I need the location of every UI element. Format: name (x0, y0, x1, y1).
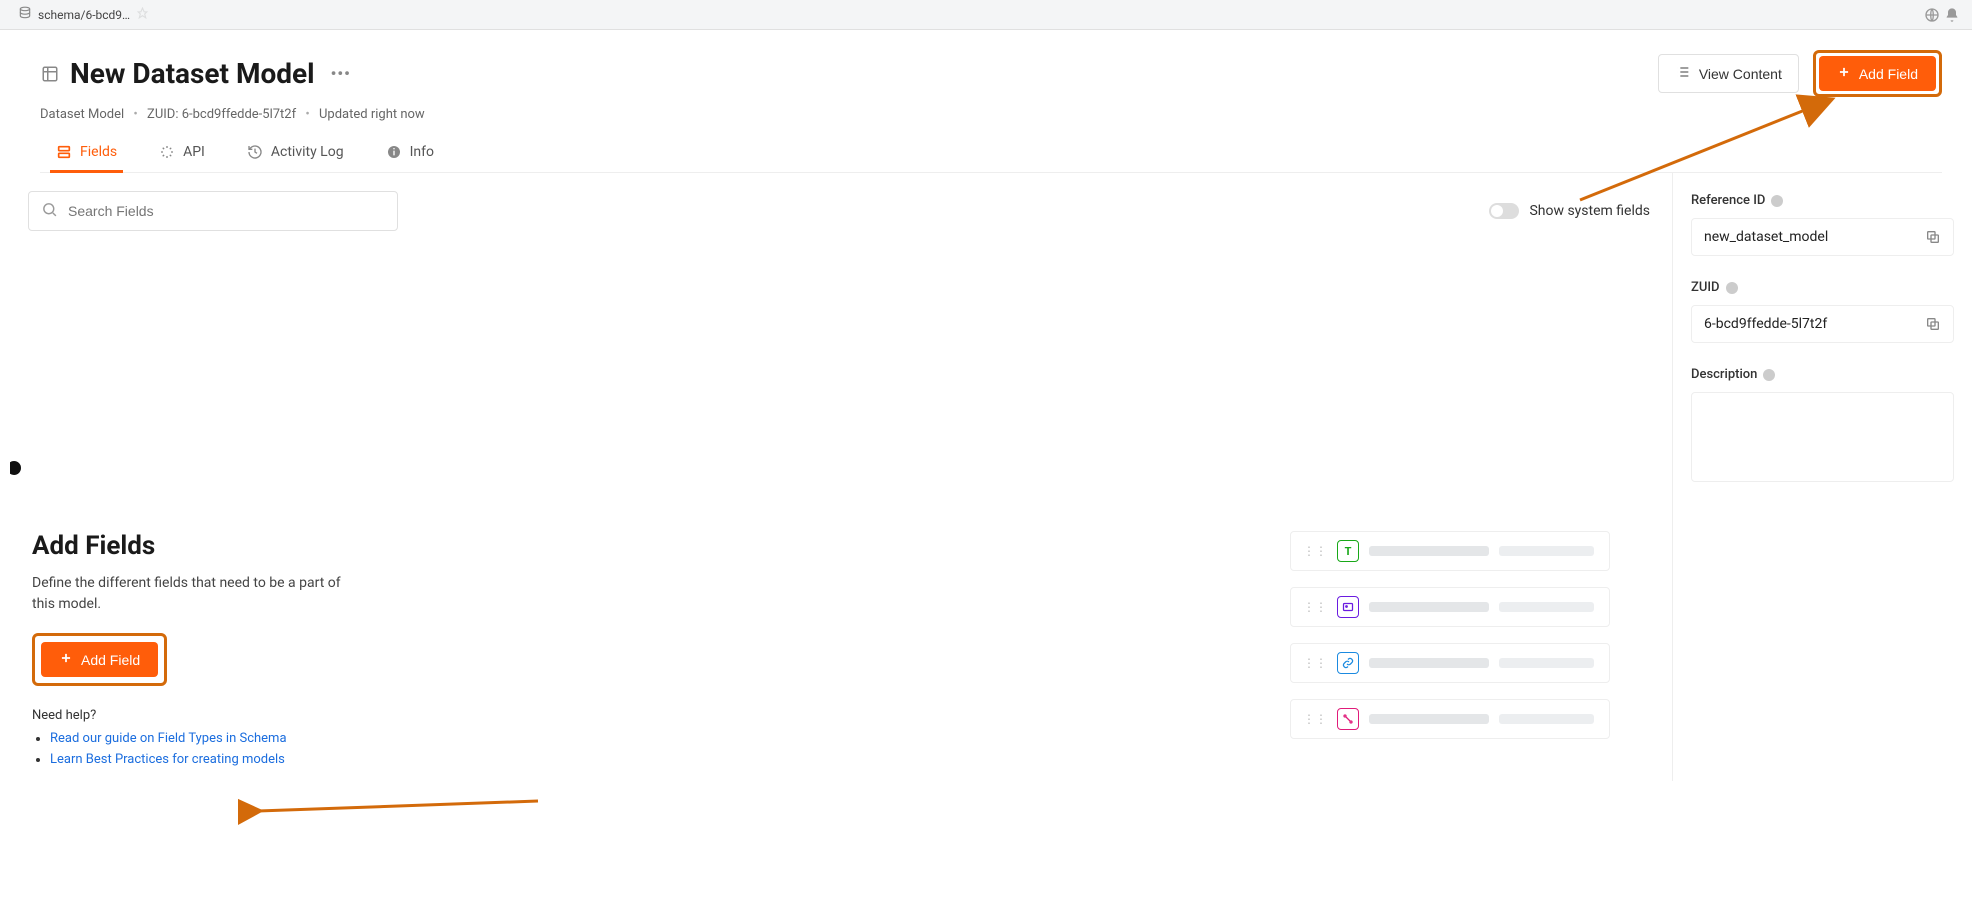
info-icon[interactable] (1763, 369, 1775, 381)
meta-zuid-label: ZUID: (147, 107, 178, 122)
dataset-icon (40, 64, 60, 84)
tab-api[interactable]: API (153, 144, 211, 172)
reference-id-label: Reference ID (1691, 193, 1765, 208)
search-fields-input-wrapper[interactable] (28, 191, 398, 231)
copy-reference-id-button[interactable] (1925, 229, 1941, 245)
app-topbar: schema/6-bcd9… (0, 0, 1972, 30)
api-icon (159, 144, 175, 160)
help-link-best-practices[interactable]: Learn Best Practices for creating models (50, 752, 285, 767)
empty-title: Add Fields (32, 531, 392, 561)
tabs: Fields API Activity Log Info (40, 144, 1942, 173)
drag-handle-icon: ⋮⋮ (1303, 656, 1327, 670)
description-label: Description (1691, 367, 1757, 382)
drag-handle-icon: ⋮⋮ (1303, 600, 1327, 614)
page-title: New Dataset Model (70, 57, 315, 90)
zuid-value: 6-bcd9ffedde-5l7t2f (1704, 316, 1827, 332)
info-icon[interactable] (1771, 195, 1783, 207)
empty-description: Define the different fields that need to… (32, 573, 362, 615)
text-field-icon: T (1337, 540, 1359, 562)
bell-icon[interactable] (1942, 5, 1962, 25)
info-icon[interactable] (1726, 282, 1738, 294)
placeholder-row: ⋮⋮ (1290, 643, 1610, 683)
tab-api-label: API (183, 144, 205, 160)
drag-handle-icon: ⋮⋮ (1303, 712, 1327, 726)
meta-updated: Updated right now (319, 107, 425, 122)
add-field-label: Add Field (1859, 66, 1918, 82)
add-field-button-top[interactable]: Add Field (1819, 56, 1936, 91)
add-field-highlight-2: Add Field (32, 633, 167, 686)
meta-line: Dataset Model • ZUID: 6-bcd9ffedde-5l7t2… (40, 107, 1942, 122)
view-content-button[interactable]: View Content (1658, 54, 1799, 93)
search-fields-input[interactable] (68, 203, 385, 219)
tab-fields-label: Fields (80, 144, 117, 160)
view-content-label: View Content (1699, 66, 1782, 82)
media-field-icon (1337, 596, 1359, 618)
info-icon (386, 144, 402, 160)
show-system-fields-label: Show system fields (1529, 203, 1650, 219)
tab-fields[interactable]: Fields (50, 144, 123, 172)
add-field-empty-label: Add Field (81, 652, 140, 668)
zuid-label: ZUID (1691, 280, 1720, 295)
tab-activity-log[interactable]: Activity Log (241, 144, 350, 172)
topbar-tab[interactable]: schema/6-bcd9… (10, 0, 157, 29)
add-field-button-empty[interactable]: Add Field (41, 642, 158, 677)
topbar-tab-label: schema/6-bcd9… (38, 8, 130, 22)
drag-handle-icon: ⋮⋮ (1303, 544, 1327, 558)
description-box[interactable] (1691, 392, 1954, 482)
need-help-label: Need help? (32, 708, 392, 723)
relationship-field-icon (1337, 708, 1359, 730)
database-icon (18, 6, 32, 23)
pin-icon[interactable] (136, 7, 149, 23)
tab-activity-label: Activity Log (271, 144, 344, 160)
details-sidebar: Reference ID new_dataset_model ZUID 6-bc… (1672, 173, 1972, 781)
globe-icon[interactable] (1922, 5, 1942, 25)
tab-info-label: Info (410, 144, 434, 160)
annotation-arrow-bottom (238, 771, 558, 831)
show-system-fields-toggle[interactable] (1489, 203, 1519, 219)
fields-icon (56, 144, 72, 160)
link-field-icon (1337, 652, 1359, 674)
copy-zuid-button[interactable] (1925, 316, 1941, 332)
meta-type: Dataset Model (40, 107, 124, 122)
field-rows-placeholder: ⋮⋮ T ⋮⋮ ⋮⋮ (1290, 531, 1610, 755)
reference-id-value: new_dataset_model (1704, 229, 1828, 245)
more-actions-button[interactable]: ••• (325, 64, 357, 83)
plus-icon (59, 651, 73, 668)
add-field-highlight: Add Field (1813, 50, 1942, 97)
help-link-field-types[interactable]: Read our guide on Field Types in Schema (50, 731, 287, 746)
placeholder-row: ⋮⋮ (1290, 587, 1610, 627)
list-icon (1675, 64, 1691, 83)
plus-icon (1837, 65, 1851, 82)
search-icon (41, 201, 58, 222)
tab-info[interactable]: Info (380, 144, 440, 172)
meta-zuid: 6-bcd9ffedde-5l7t2f (182, 107, 296, 122)
placeholder-row: ⋮⋮ (1290, 699, 1610, 739)
history-icon (247, 144, 263, 160)
placeholder-row: ⋮⋮ T (1290, 531, 1610, 571)
